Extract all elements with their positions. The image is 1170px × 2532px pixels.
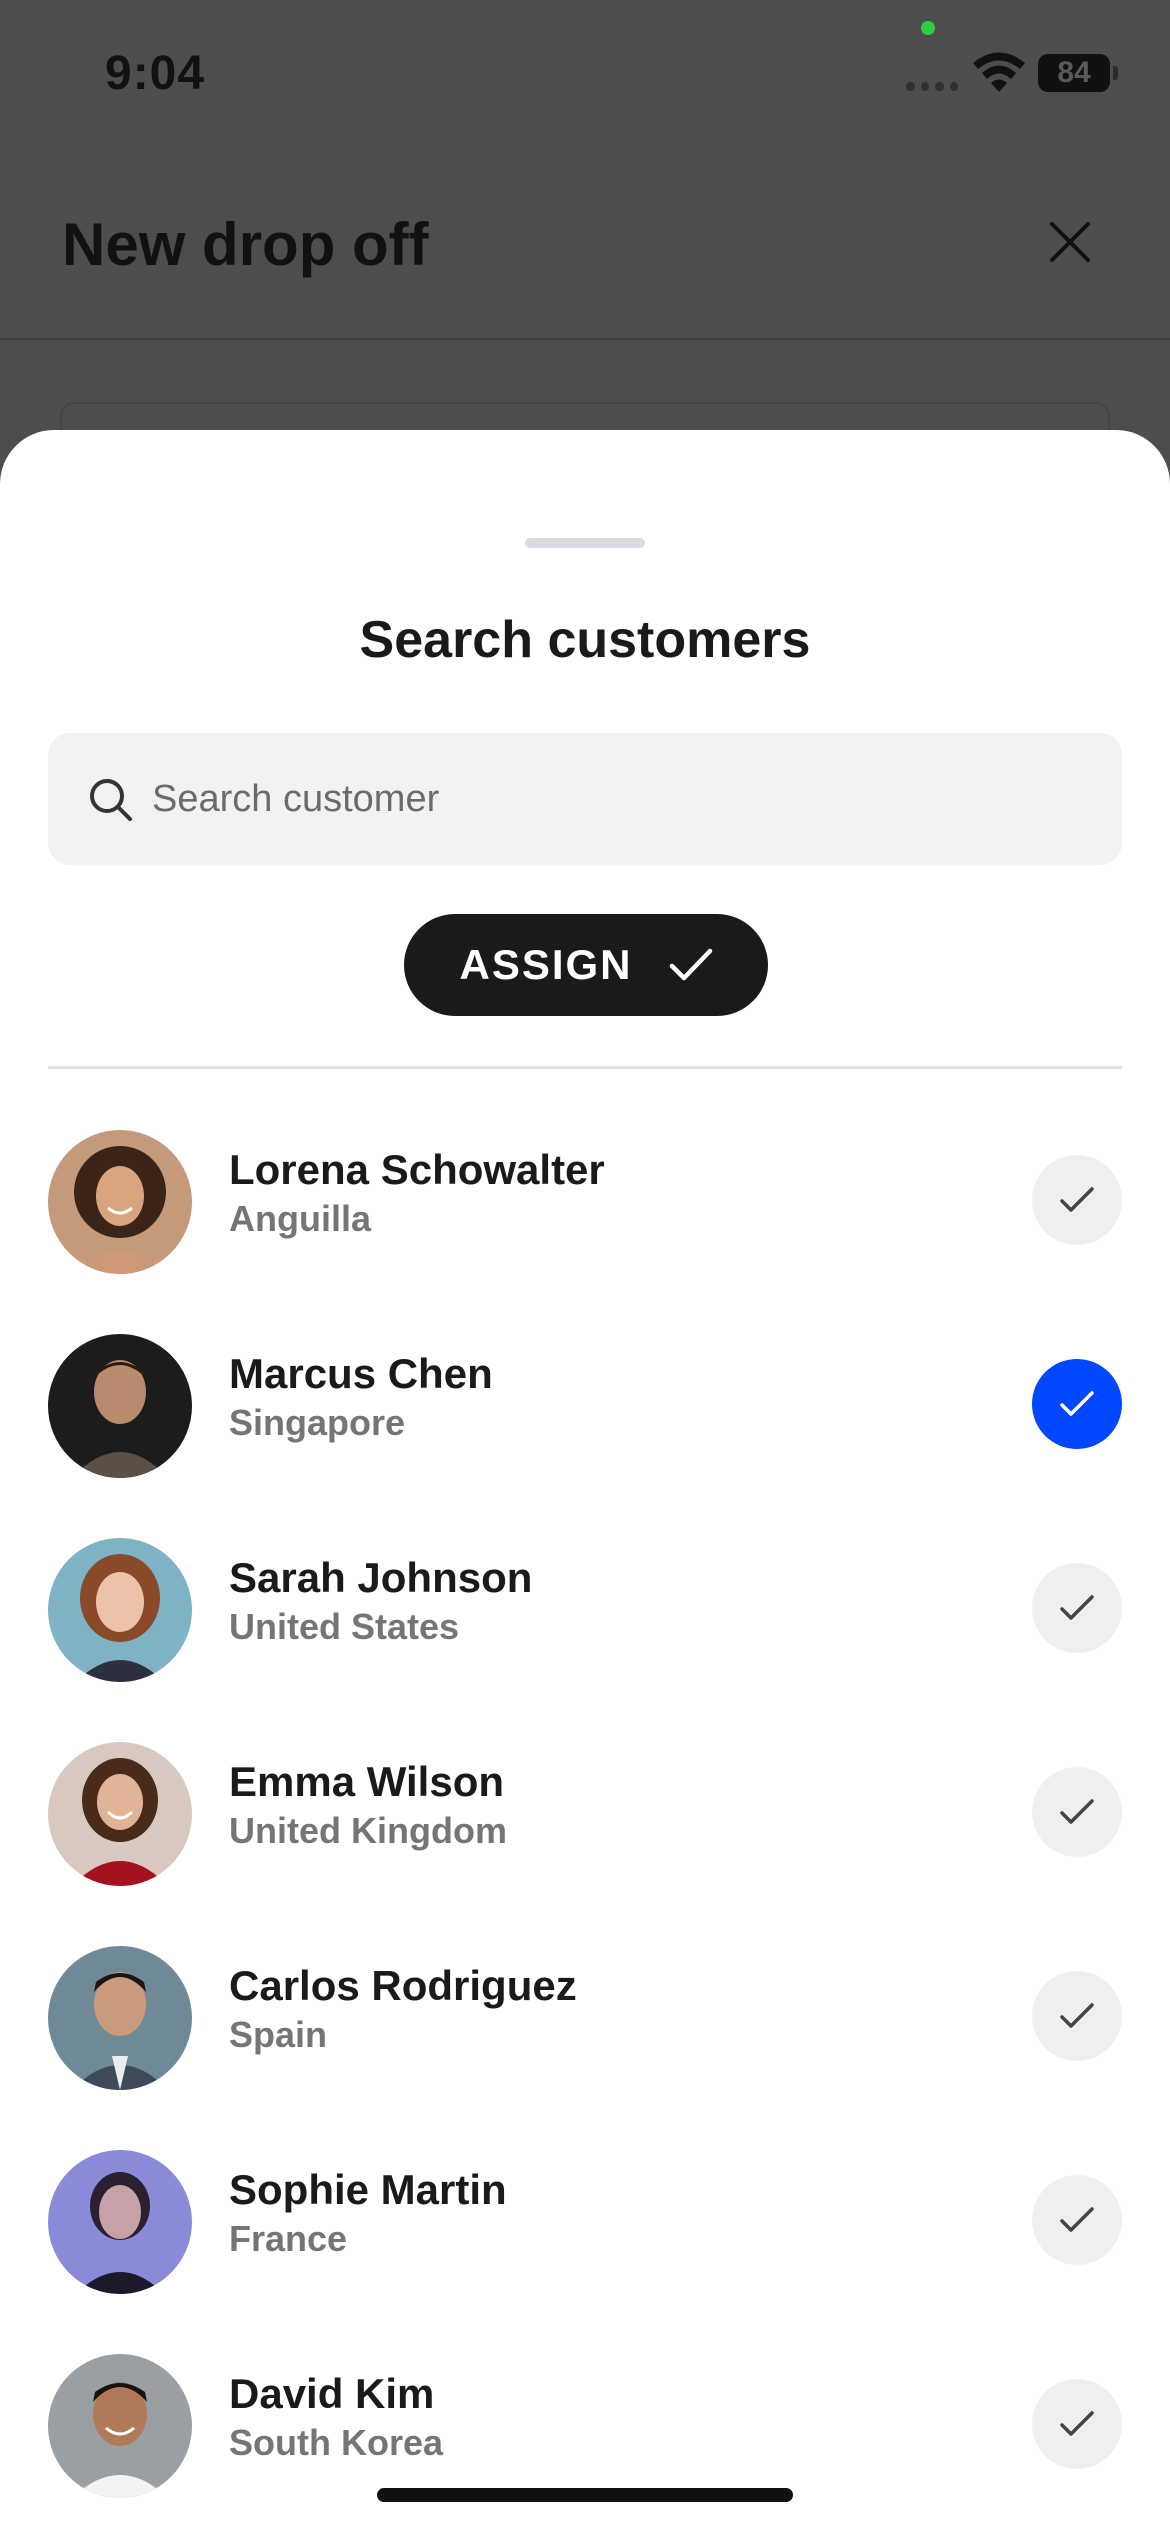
cellular-signal-icon [906,82,958,92]
avatar [48,1538,192,1682]
select-toggle[interactable] [1032,2379,1122,2469]
avatar [48,1742,192,1886]
close-icon[interactable] [1040,212,1100,272]
divider [48,1066,1122,1069]
mic-indicator-dot [921,21,935,35]
customer-row[interactable]: Sophie Martin France [0,2118,1170,2322]
checkmark-icon [1060,2207,1094,2232]
checkmark-icon [1060,1391,1094,1416]
customer-country: Spain [229,2014,328,2055]
sheet-grabber[interactable] [525,538,645,548]
assign-label: ASSIGN [459,941,633,988]
search-input[interactable] [152,763,1072,835]
background-header: New drop off [0,160,1170,340]
customer-country: South Korea [229,2422,444,2463]
avatar [48,2354,192,2498]
select-toggle[interactable] [1032,1971,1122,2061]
checkmark-icon [1060,1595,1094,1620]
customer-country: Anguilla [229,1198,371,1239]
checkmark-icon [1060,2003,1094,2028]
checkmark-icon [1060,1799,1094,1824]
customer-country: Singapore [229,1402,406,1443]
search-box[interactable] [48,733,1122,865]
customer-country: France [229,2218,348,2259]
customer-row[interactable]: Emma Wilson United Kingdom [0,1710,1170,1914]
customer-country: United States [229,1606,460,1647]
customer-name: Marcus Chen [229,1350,493,1397]
select-toggle[interactable] [1032,1767,1122,1857]
customer-row[interactable]: Sarah Johnson United States [0,1506,1170,1710]
status-bar: 9:04 84 [0,0,1170,150]
checkmark-icon [1060,2411,1094,2436]
checkmark-icon [1060,1187,1094,1212]
checkmark-icon [669,948,712,981]
customer-name: Sophie Martin [229,2166,507,2213]
customer-name: David Kim [229,2370,435,2417]
status-time: 9:04 [105,47,206,100]
page-title: New drop off [62,211,429,278]
search-icon [90,779,132,821]
avatar [48,1334,192,1478]
battery-icon: 84 [1038,54,1118,92]
home-indicator[interactable] [377,2488,793,2502]
customer-name: Sarah Johnson [229,1554,533,1601]
customer-name: Carlos Rodriguez [229,1962,577,2009]
avatar [48,1946,192,2090]
avatar [48,1130,192,1274]
customer-row[interactable]: Carlos Rodriguez Spain [0,1914,1170,2118]
select-toggle[interactable] [1032,1563,1122,1653]
select-toggle[interactable] [1032,1155,1122,1245]
select-toggle[interactable] [1032,1359,1122,1449]
select-toggle[interactable] [1032,2175,1122,2265]
customer-country: United Kingdom [229,1810,507,1851]
customer-name: Emma Wilson [229,1758,505,1805]
customer-row[interactable]: Lorena Schowalter Anguilla [0,1098,1170,1302]
battery-level: 84 [1057,56,1091,89]
customer-search-sheet: Search customers ASSIGN [0,430,1170,2532]
wifi-icon [973,52,1025,92]
sheet-title: Search customers [359,611,811,669]
avatar [48,2150,192,2294]
customer-name: Lorena Schowalter [229,1146,605,1193]
customer-row[interactable]: Marcus Chen Singapore [0,1302,1170,1506]
assign-button[interactable]: ASSIGN [404,914,768,1016]
